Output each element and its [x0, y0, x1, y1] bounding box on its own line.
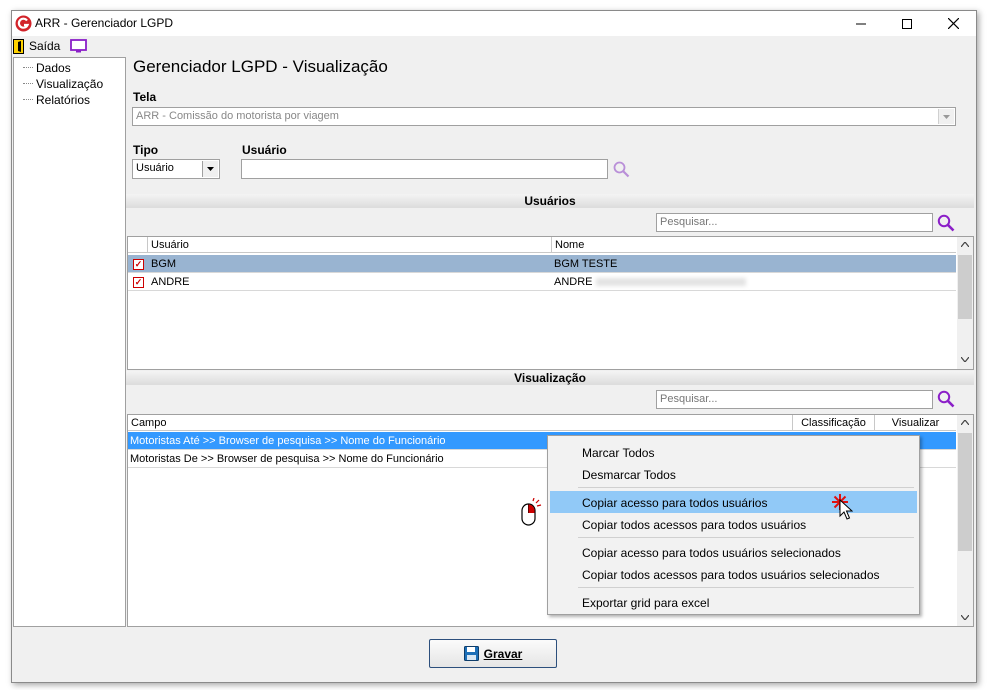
menu-separator [578, 587, 914, 588]
view-search-placeholder: Pesquisar... [660, 393, 718, 405]
menu-item-exportar-excel[interactable]: Exportar grid para excel [582, 596, 709, 610]
users-col-usuario[interactable]: Usuário [148, 237, 552, 253]
view-scroll-thumb[interactable] [958, 433, 972, 551]
tela-dropdown-button[interactable] [938, 109, 954, 124]
view-col-visualizar[interactable]: Visualizar [875, 415, 956, 431]
minimize-button[interactable] [838, 11, 884, 36]
view-search-input[interactable]: Pesquisar... [656, 390, 933, 409]
scroll-up-icon[interactable] [961, 242, 969, 247]
context-menu: Marcar Todos Desmarcar Todos Copiar aces… [547, 435, 920, 615]
users-section-header: Usuários [126, 194, 974, 208]
usuario-label: Usuário [242, 143, 287, 157]
tela-select[interactable]: ARR - Comissão do motorista por viagem [132, 107, 956, 126]
sidebar-item-visualizacao[interactable]: Visualização [36, 77, 103, 91]
minimize-icon [856, 23, 866, 24]
row-campo: Motoristas De >> Browser de pesquisa >> … [130, 453, 444, 465]
tree-connector [23, 99, 33, 100]
users-search-placeholder: Pesquisar... [660, 216, 718, 228]
row-campo: Motoristas Até >> Browser de pesquisa >>… [130, 435, 446, 447]
tela-value: ARR - Comissão do motorista por viagem [136, 110, 339, 122]
table-row[interactable]: ✓ ANDRE ANDRE [128, 273, 956, 291]
exit-label: Saída [29, 39, 61, 53]
app-logo-icon [15, 15, 32, 32]
search-icon[interactable] [613, 161, 630, 178]
mouse-pointer-icon [839, 499, 853, 520]
monitor-icon[interactable] [70, 39, 87, 53]
exit-door-icon [13, 38, 24, 54]
save-button[interactable]: Gravar [429, 639, 557, 668]
users-col-nome[interactable]: Nome [552, 237, 956, 253]
tree-connector [23, 67, 33, 68]
save-label: Gravar [483, 646, 523, 661]
tipo-label: Tipo [133, 143, 159, 157]
page-title: Gerenciador LGPD - Visualização [133, 57, 388, 76]
sidebar-item-dados[interactable]: Dados [36, 61, 71, 75]
maximize-icon [902, 18, 912, 29]
view-col-classificacao[interactable]: Classificação [793, 415, 875, 431]
menu-separator [578, 537, 914, 538]
search-icon[interactable] [937, 390, 955, 408]
row-checkbox[interactable]: ✓ [133, 277, 144, 288]
close-button[interactable] [930, 11, 976, 36]
view-section-header: Visualização [126, 371, 974, 385]
window-title: ARR - Gerenciador LGPD [35, 16, 174, 30]
menu-item-copiar-acesso-todos[interactable]: Copiar acesso para todos usuários [582, 496, 767, 510]
sidebar-item-relatorios[interactable]: Relatórios [36, 93, 90, 107]
tipo-value: Usuário [136, 162, 174, 174]
view-col-campo[interactable]: Campo [128, 415, 793, 431]
title-bar: ARR - Gerenciador LGPD [12, 11, 976, 36]
chevron-down-icon [207, 167, 214, 171]
row-checkbox[interactable]: ✓ [133, 259, 144, 270]
tipo-select[interactable]: Usuário [132, 159, 220, 179]
row-user: ANDRE [151, 276, 190, 288]
row-name: ANDRE [554, 276, 593, 288]
floppy-disk-icon [463, 646, 479, 661]
menu-item-copiar-acesso-selecionados[interactable]: Copiar acesso para todos usuários seleci… [582, 546, 841, 560]
menu-item-copiar-todos-acessos-todos[interactable]: Copiar todos acessos para todos usuários [582, 518, 806, 532]
tree-connector [23, 83, 33, 84]
users-scrollbar[interactable] [957, 237, 973, 369]
menu-item-copiar-todos-acessos-selecionados[interactable]: Copiar todos acessos para todos usuários… [582, 568, 880, 582]
tipo-dropdown-button[interactable] [202, 161, 218, 177]
blurred-name-redaction [596, 278, 746, 286]
row-user: BGM [151, 258, 177, 270]
close-icon [947, 18, 959, 29]
view-scrollbar[interactable] [957, 415, 973, 626]
menu-item-desmarcar-todos[interactable]: Desmarcar Todos [582, 468, 676, 482]
tela-label: Tela [133, 90, 157, 104]
menu-separator [578, 487, 914, 488]
search-icon[interactable] [937, 214, 955, 232]
users-grid-check-header [128, 237, 148, 253]
sidebar-tree: Dados Visualização Relatórios [13, 57, 126, 627]
usuario-input[interactable] [241, 159, 608, 179]
chevron-down-icon [943, 114, 950, 119]
row-name: BGM TESTE [554, 258, 618, 270]
scroll-up-icon[interactable] [961, 420, 969, 425]
table-row[interactable]: ✓ BGM BGM TESTE [128, 255, 956, 273]
scroll-down-icon[interactable] [961, 615, 969, 620]
right-click-mouse-icon [521, 498, 542, 526]
users-scroll-thumb[interactable] [958, 255, 972, 319]
exit-button[interactable]: Saída [13, 38, 60, 54]
scroll-down-icon[interactable] [961, 357, 969, 362]
menu-item-marcar-todos[interactable]: Marcar Todos [582, 446, 654, 460]
toolbar: Saída [12, 36, 976, 56]
users-grid: Usuário Nome ✓ BGM BGM TESTE ✓ ANDRE AND… [127, 236, 974, 370]
maximize-button[interactable] [884, 11, 930, 36]
users-search-input[interactable]: Pesquisar... [656, 213, 933, 232]
